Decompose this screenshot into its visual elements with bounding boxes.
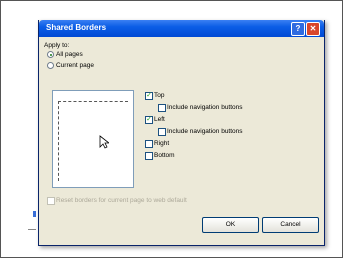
ok-button[interactable]: OK — [202, 217, 259, 233]
preview-left-border — [58, 101, 59, 181]
top-nav-label[interactable]: Include navigation buttons — [167, 104, 243, 111]
shared-borders-dialog: Shared Borders ? ✕ Apply to: All pages C… — [38, 20, 325, 246]
reset-borders-checkbox[interactable] — [47, 197, 55, 205]
top-nav-checkbox[interactable] — [158, 104, 166, 112]
bottom-label[interactable]: Bottom — [154, 152, 175, 159]
background-line — [28, 229, 36, 230]
cancel-button[interactable]: Cancel — [262, 217, 319, 233]
right-label[interactable]: Right — [154, 140, 169, 147]
title-bar[interactable]: Shared Borders ? ✕ — [39, 20, 324, 37]
mouse-pointer-icon — [99, 135, 109, 149]
left-nav-checkbox[interactable] — [158, 128, 166, 136]
current-page-radio[interactable] — [47, 62, 54, 69]
all-pages-label[interactable]: All pages — [56, 51, 83, 58]
close-icon[interactable]: ✕ — [306, 22, 320, 36]
all-pages-radio[interactable] — [47, 51, 54, 58]
left-nav-label[interactable]: Include navigation buttons — [167, 128, 243, 135]
bottom-checkbox[interactable] — [145, 152, 153, 160]
apply-to-label: Apply to: — [44, 42, 70, 49]
left-checkbox[interactable]: ✓ — [145, 116, 153, 124]
background-window-fragment — [0, 205, 36, 235]
background-marker — [33, 211, 36, 217]
left-label[interactable]: Left — [154, 116, 165, 123]
right-checkbox[interactable] — [145, 140, 153, 148]
reset-borders-label[interactable]: Reset borders for current page to web de… — [56, 197, 187, 204]
top-checkbox[interactable]: ✓ — [145, 92, 153, 100]
preview-top-border — [58, 101, 128, 102]
current-page-label[interactable]: Current page — [56, 62, 94, 69]
border-preview — [52, 90, 134, 188]
help-icon[interactable]: ? — [291, 22, 305, 36]
dialog-title: Shared Borders — [46, 23, 107, 32]
top-label[interactable]: Top — [154, 92, 164, 99]
